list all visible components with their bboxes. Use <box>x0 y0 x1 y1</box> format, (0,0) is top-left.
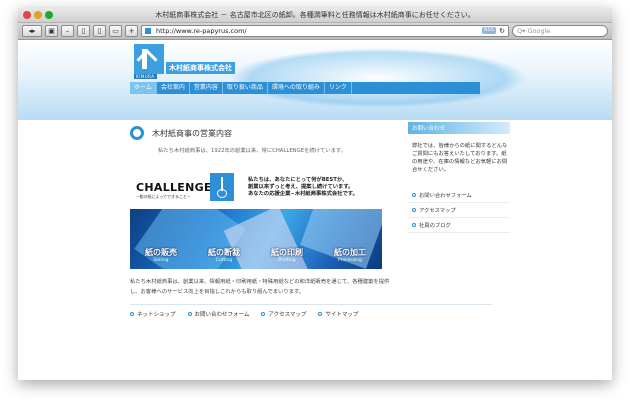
window-icon[interactable]: ▭ <box>109 25 122 37</box>
circle-bullet-icon <box>412 193 416 197</box>
nav-home[interactable]: ホーム <box>130 82 157 94</box>
banner-selling-label: 紙の販売 <box>145 248 177 257</box>
address-bar[interactable]: http://www.re-papyrus.com/ RSS ↻ <box>141 25 509 37</box>
intro-text: 私たち木村紙商事は、1922年の創業以来、常にCHALLENGEを続けています。 <box>158 148 346 154</box>
contact-sidebar: お問い合わせ 弊社では、皆様からの紙に関するどんなご質問にもお答えいたしておりま… <box>408 122 510 233</box>
banner-processing-label: 紙の加工 <box>334 248 366 257</box>
banner-printing[interactable]: 紙の印刷 Printing <box>256 247 318 263</box>
slogan: 私たちは、あなたにとって何がBESTか、 創業以来ずっと考え、提案し続けています… <box>248 177 358 198</box>
nav-products[interactable]: 取り扱い商品 <box>223 82 268 94</box>
sidebar-link-label: お問い合わせフォーム <box>419 193 472 199</box>
footer-link-netshop[interactable]: ネットショップ <box>130 310 176 318</box>
web-page: 木村紙商事株式会社 KIMURA ホーム 会社案内 営業内容 取り扱い商品 環境… <box>18 40 612 380</box>
banner-selling-sub: Selling <box>153 258 169 263</box>
circle-bullet-icon <box>318 312 323 316</box>
challenge-block: CHALLENGE −枚の紙によってできること− <box>136 181 212 200</box>
banner-printing-sub: Printing <box>278 258 296 263</box>
browser-toolbar: ◂▸ ▣ – ▯ ▯ ▭ + http://www.re-papyrus.com… <box>18 23 612 40</box>
minus-icon[interactable]: – <box>61 25 74 37</box>
circle-bullet-icon <box>261 312 266 316</box>
header-wave-decoration <box>228 48 528 108</box>
tag-card-icon <box>210 173 234 201</box>
card-ring <box>217 189 227 198</box>
browser-window: 木村紙商事株式会社 － 名古屋市北区の紙卸。各種潤筆料と任務情報は木村紙商事にお… <box>18 8 612 380</box>
sidebar-heading: お問い合わせ <box>408 122 510 134</box>
sidebar-links: お問い合わせフォーム アクセスマップ 社員のブログ <box>408 188 510 233</box>
sidebar-link-contact[interactable]: お問い合わせフォーム <box>408 188 510 203</box>
logo-subtext: KIMURA <box>134 74 157 79</box>
sidebar-link-label: アクセスマップ <box>419 208 456 214</box>
nav-business[interactable]: 営業内容 <box>190 82 223 94</box>
footer-links: ネットショップ お問い合わせフォーム アクセスマップ サイトマップ <box>130 310 358 318</box>
back-forward-button[interactable]: ◂▸ <box>22 25 42 37</box>
footer-link-label: アクセスマップ <box>268 312 307 318</box>
sidebar-link-blog[interactable]: 社員のブログ <box>408 218 510 233</box>
reload-icon[interactable]: ↻ <box>499 26 505 36</box>
search-field[interactable]: Q▾ Google <box>512 25 608 37</box>
circle-bullet-icon <box>412 223 416 227</box>
banner-processing[interactable]: 紙の加工 Processing <box>319 247 381 263</box>
sidebar-text: 弊社では、皆様からの紙に関するどんなご質問にもお答えいたしております。紙の用途や… <box>412 143 508 173</box>
search-icon: Q▾ <box>517 27 526 35</box>
circle-bullet-icon <box>412 208 416 212</box>
page-icon[interactable]: ▯ <box>93 25 106 37</box>
slogan-line: あなたの応援企業−木村紙商事株式会社です。 <box>248 191 358 197</box>
banner-cutting-sub: Cutting <box>215 258 233 263</box>
site-header: 木村紙商事株式会社 KIMURA ホーム 会社案内 営業内容 取り扱い商品 環境… <box>18 40 612 120</box>
url-text: http://www.re-papyrus.com/ <box>156 27 247 35</box>
nav-environment[interactable]: 環境への取り組み <box>268 82 325 94</box>
main-nav: ホーム 会社案内 営業内容 取り扱い商品 環境への取り組み リンク <box>130 82 480 94</box>
banner-selling[interactable]: 紙の販売 Selling <box>130 247 192 263</box>
company-description: 私たち木村紙商事は、創業以来、情報用紙・印刷用紙・特殊用紙などの和洋紙販売を通じ… <box>130 279 390 295</box>
rss-badge[interactable]: RSS <box>482 27 496 34</box>
footer-link-contact[interactable]: お問い合わせフォーム <box>187 310 250 318</box>
circle-bullet-icon <box>130 312 134 316</box>
services-banner: 紙の販売 Selling 紙の断裁 Cutting 紙の印刷 Printing … <box>130 209 382 269</box>
window-title: 木村紙商事株式会社 － 名古屋市北区の紙卸。各種潤筆料と任務情報は木村紙商事にお… <box>155 11 475 19</box>
sidebar-link-access[interactable]: アクセスマップ <box>408 203 510 218</box>
favicon-icon <box>145 28 151 34</box>
add-bookmark-button[interactable]: + <box>125 25 138 37</box>
challenge-subtitle: −枚の紙によってできること− <box>136 194 191 199</box>
footer-link-label: ネットショップ <box>137 312 176 318</box>
nav-links[interactable]: リンク <box>325 82 352 94</box>
company-name: 木村紙商事株式会社 <box>166 62 235 74</box>
circle-bullet-icon <box>187 312 192 316</box>
footer-link-label: お問い合わせフォーム <box>194 312 250 318</box>
company-logo[interactable] <box>134 44 164 74</box>
bookmark-icon[interactable]: ▯ <box>77 25 90 37</box>
view-icon[interactable]: ▣ <box>45 25 58 37</box>
footer-link-access[interactable]: アクセスマップ <box>261 310 306 318</box>
page-title: 木村紙商事の営業内容 <box>152 129 232 138</box>
ring-icon <box>130 126 144 140</box>
title-bar: 木村紙商事株式会社 － 名古屋市北区の紙卸。各種潤筆料と任務情報は木村紙商事にお… <box>18 8 612 23</box>
logo-k-arm-icon <box>136 49 158 71</box>
slogan-line: 私たちは、あなたにとって何がBESTか、 <box>248 177 348 183</box>
footer-divider <box>130 304 492 305</box>
banner-cutting[interactable]: 紙の断裁 Cutting <box>193 247 255 263</box>
banner-processing-sub: Processing <box>337 258 363 263</box>
banner-cutting-label: 紙の断裁 <box>208 248 240 257</box>
sidebar-link-label: 社員のブログ <box>419 223 451 229</box>
search-placeholder: Google <box>527 27 551 35</box>
banner-printing-label: 紙の印刷 <box>271 248 303 257</box>
footer-link-label: サイトマップ <box>325 312 359 318</box>
challenge-word: CHALLENGE <box>136 181 212 194</box>
slogan-line: 創業以来ずっと考え、提案し続けています。 <box>248 184 354 190</box>
footer-link-sitemap[interactable]: サイトマップ <box>318 310 358 318</box>
nav-company[interactable]: 会社案内 <box>157 82 190 94</box>
